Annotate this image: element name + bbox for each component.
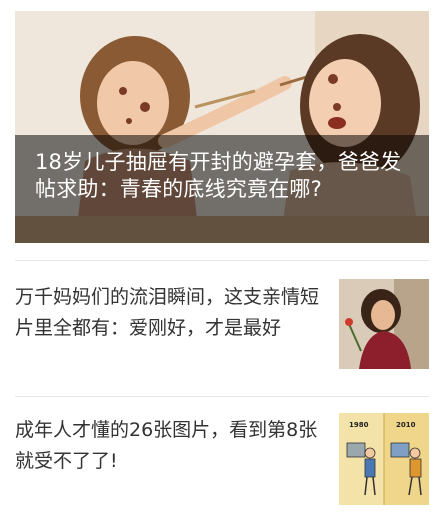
hero-article-card[interactable]: 18岁儿子抽屉有开封的避孕套，爸爸发帖求助：青春的底线究竟在哪? [15, 11, 429, 243]
article-thumbnail [339, 279, 429, 369]
article-title: 成年人才懂的26张图片，看到第8张就受不了了! [15, 419, 318, 472]
divider [15, 396, 429, 397]
news-feed: 18岁儿子抽屉有开封的避孕套，爸爸发帖求助：青春的底线究竟在哪? 万千妈妈们的流… [0, 0, 443, 528]
hero-article-title: 18岁儿子抽屉有开封的避孕套，爸爸发帖求助：青春的底线究竟在哪? [35, 150, 402, 201]
article-list-item[interactable]: 万千妈妈们的流泪瞬间，这支亲情短片里全都有：爱刚好，才是最好 [15, 277, 429, 377]
article-thumbnail: 1980 2010 [339, 413, 429, 505]
thumbnail-year-label: 1980 [349, 421, 369, 429]
article-list-item[interactable]: 成年人才懂的26张图片，看到第8张就受不了了! 1980 2010 [15, 413, 429, 505]
thumbnail-year-label: 2010 [396, 421, 416, 429]
article-title: 万千妈妈们的流泪瞬间，这支亲情短片里全都有：爱刚好，才是最好 [15, 286, 320, 339]
divider [15, 260, 429, 261]
